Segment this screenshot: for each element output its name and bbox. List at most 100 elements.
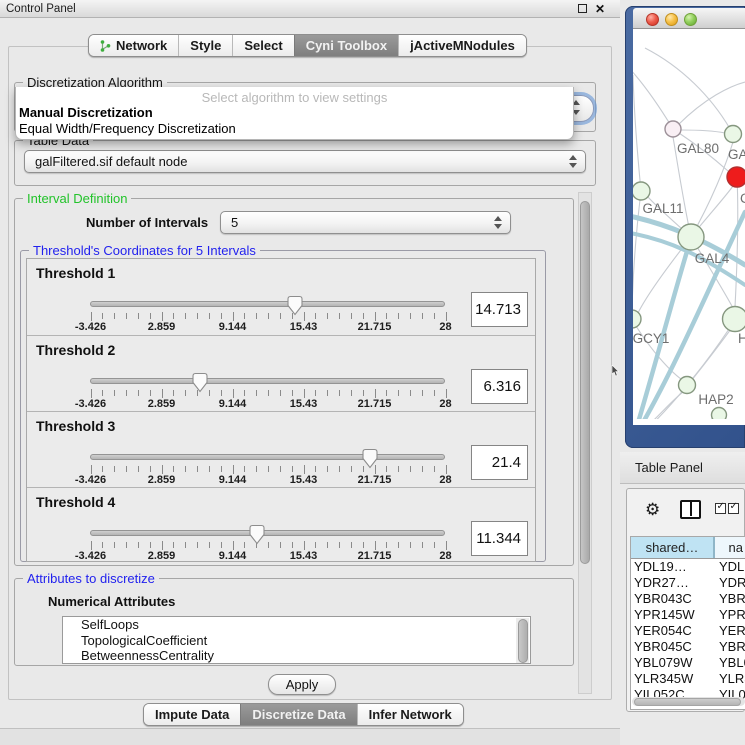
apply-button[interactable]: Apply — [268, 674, 336, 695]
float-window-icon[interactable] — [578, 4, 587, 13]
node-red[interactable] — [727, 167, 745, 187]
attribute-list-item[interactable]: BetweennessCentrality — [63, 648, 530, 664]
table-header-row: shared… na — [631, 537, 745, 559]
slider-tick-label: 21.715 — [358, 321, 392, 333]
threshold-value-box[interactable]: 11.344 — [471, 521, 528, 556]
table-row[interactable]: YBL079WYBL0 — [631, 655, 745, 671]
close-light-icon[interactable] — [646, 13, 659, 26]
slider-knob[interactable] — [248, 524, 266, 545]
tab-jactivemnodules[interactable]: jActiveMNodules — [398, 35, 526, 56]
table-row[interactable]: YLR345WYLR3 — [631, 671, 745, 687]
slider-tick — [434, 542, 435, 548]
scrollbar-thumb[interactable] — [634, 698, 741, 706]
numerical-attributes-list[interactable]: SelfLoopsTopologicalCoefficientBetweenne… — [62, 616, 531, 664]
threshold-value-box[interactable]: 6.316 — [471, 369, 528, 404]
node-gcy1[interactable] — [633, 310, 641, 328]
list-scrollbar[interactable] — [516, 618, 529, 664]
slider-tick — [422, 542, 423, 548]
table-row[interactable]: YBR045CYBR0 — [631, 639, 745, 655]
slider-knob[interactable] — [191, 372, 209, 393]
slider-tick — [410, 542, 411, 548]
slider-tick — [244, 313, 245, 319]
minimize-light-icon[interactable] — [665, 13, 678, 26]
column-header-shared[interactable]: shared… — [631, 537, 715, 558]
slider-track[interactable] — [90, 454, 445, 460]
table-row[interactable]: YER054CYER0 — [631, 623, 745, 639]
close-icon[interactable] — [593, 1, 607, 17]
slider-tick — [244, 542, 245, 548]
control-panel-tabbar: NetworkStyleSelectCyni ToolboxjActiveMNo… — [88, 34, 527, 57]
num-intervals-combo[interactable]: 5 — [220, 211, 511, 234]
table-cell[interactable]: YPR145W — [631, 607, 715, 623]
slider-tick — [221, 390, 222, 396]
slider-track[interactable] — [90, 530, 445, 536]
threshold-value-box[interactable]: 14.713 — [471, 292, 528, 327]
table-cell[interactable]: YBL079W — [631, 655, 715, 671]
table-cell[interactable]: YBR045C — [631, 639, 715, 655]
slider-track[interactable] — [90, 378, 445, 384]
panel-vertical-scrollbar[interactable] — [578, 192, 592, 694]
network-window-titlebar[interactable] — [633, 8, 745, 29]
tab-network[interactable]: Network — [89, 35, 178, 56]
gear-icon[interactable] — [645, 500, 660, 520]
table-horizontal-scrollbar[interactable] — [632, 697, 745, 706]
table-cell[interactable]: YDL19… — [631, 559, 715, 575]
slider-tick — [233, 465, 234, 474]
tab-infer-network[interactable]: Infer Network — [357, 704, 463, 725]
table-cell[interactable]: YPR1 — [715, 607, 745, 623]
zoom-light-icon[interactable] — [684, 13, 697, 26]
algorithm-option-equal-width[interactable]: Equal Width/Frequency Discretization — [16, 121, 573, 137]
network-graph[interactable]: GAL80 GA C GAL11 GAL4 GCY1 H HAP2 — [633, 29, 745, 419]
table-row[interactable]: YBR043CYBR0 — [631, 591, 745, 607]
node-h[interactable] — [723, 307, 745, 332]
tab-discretize-data[interactable]: Discretize Data — [240, 704, 356, 725]
slider-tick — [386, 466, 387, 472]
tab-cyni-toolbox[interactable]: Cyni Toolbox — [294, 35, 398, 56]
slider-track[interactable] — [90, 301, 445, 307]
table-cell[interactable]: YLR345W — [631, 671, 715, 687]
threshold-row: Threshold 1-3.4262.8599.14415.4321.71528… — [27, 259, 535, 335]
table-cell[interactable]: YBR043C — [631, 591, 715, 607]
slider-tick — [209, 466, 210, 472]
algorithm-option-manual[interactable]: Manual Discretization — [16, 105, 573, 121]
table-cell[interactable]: YBR0 — [715, 639, 745, 655]
table-row[interactable]: YDL19…YDL1 — [631, 559, 745, 575]
table-cell[interactable]: YDR27… — [631, 575, 715, 591]
node-gal11[interactable] — [633, 182, 650, 200]
combo-stepper-icon[interactable] — [567, 151, 579, 172]
combo-stepper-icon[interactable] — [492, 212, 504, 233]
tab-select[interactable]: Select — [232, 35, 293, 56]
tab-style[interactable]: Style — [178, 35, 232, 56]
node-attribute-table[interactable]: shared… na YDL19…YDL1YDR27…YDR2YBR043CYB… — [630, 536, 745, 710]
node-gal80[interactable] — [665, 121, 681, 137]
node-hap2[interactable] — [679, 377, 696, 394]
threshold-value-box[interactable]: 21.4 — [471, 445, 528, 480]
split-columns-icon[interactable] — [680, 500, 701, 519]
table-cell[interactable]: YDR2 — [715, 575, 745, 591]
slider-tick — [91, 389, 92, 398]
tab-impute-data[interactable]: Impute Data — [144, 704, 240, 725]
table-cell[interactable]: YBL0 — [715, 655, 745, 671]
slider-tick — [150, 390, 151, 396]
attribute-list-item[interactable]: TopologicalCoefficient — [63, 633, 530, 649]
checkboxes-icon[interactable] — [715, 503, 739, 514]
slider-tick — [422, 466, 423, 472]
table-cell[interactable]: YDL1 — [715, 559, 745, 575]
attribute-list-item[interactable]: SelfLoops — [63, 617, 530, 633]
table-cell[interactable]: YER0 — [715, 623, 745, 639]
table-row[interactable]: YPR145WYPR1 — [631, 607, 745, 623]
table-data-combo[interactable]: galFiltered.sif default node — [24, 150, 586, 173]
slider-knob[interactable] — [286, 295, 304, 316]
column-header-name[interactable]: na — [715, 537, 745, 558]
table-cell[interactable]: YER054C — [631, 623, 715, 639]
scrollbar-thumb[interactable] — [580, 201, 590, 564]
table-cell[interactable]: YLR3 — [715, 671, 745, 687]
node-ga[interactable] — [725, 126, 742, 143]
slider-knob[interactable] — [361, 448, 379, 469]
slider-tick-label: 15.43 — [290, 474, 318, 486]
table-row[interactable]: YDR27…YDR2 — [631, 575, 745, 591]
slider-tick — [162, 541, 163, 550]
table-cell[interactable]: YBR0 — [715, 591, 745, 607]
node-gal4[interactable] — [678, 224, 704, 250]
node-bottom[interactable] — [712, 408, 727, 420]
